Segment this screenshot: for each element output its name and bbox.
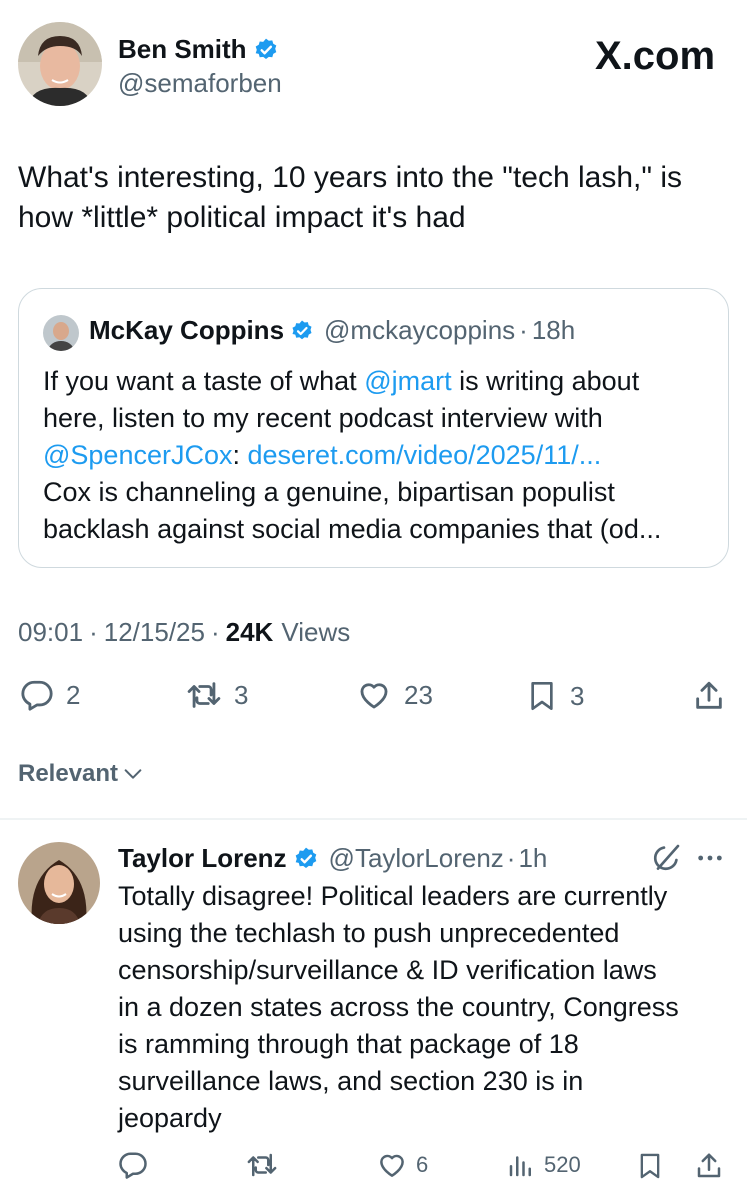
analytics-icon: [509, 1156, 531, 1177]
repost-button[interactable]: 3: [186, 678, 248, 712]
views-count: 24K: [225, 617, 274, 647]
quoted-text-line: is writing about: [451, 366, 640, 396]
reply-icon: [119, 1152, 147, 1179]
reply-text-line: censorship/surveillance & ID verificatio…: [118, 955, 657, 985]
bookmark-count: 3: [570, 680, 585, 711]
reply-text-line: using the techlash to push unprecedented: [118, 918, 620, 948]
post-time[interactable]: 09:01: [18, 617, 83, 648]
chevron-down-icon: [124, 769, 142, 779]
reply-bookmark-button[interactable]: [636, 1150, 664, 1182]
colon-text: :: [232, 440, 248, 470]
reply-button[interactable]: 2: [20, 678, 80, 712]
reply-like-button[interactable]: 6: [376, 1150, 428, 1180]
bookmark-icon: [531, 682, 553, 710]
separator-dot: ·: [210, 617, 220, 647]
verified-badge-icon: [295, 847, 316, 868]
reply-author-avatar[interactable]: [18, 842, 100, 924]
reply-views-button[interactable]: 520: [506, 1150, 581, 1180]
reply-icon: [21, 680, 53, 711]
quoted-text-line: backlash against social media companies …: [43, 514, 662, 544]
quoted-author-handle[interactable]: @mckaycoppins: [324, 315, 515, 346]
views-label: Views: [281, 617, 351, 647]
reply-reply-button[interactable]: [118, 1150, 148, 1180]
heart-icon: [380, 1154, 404, 1177]
post-date[interactable]: 12/15/25: [104, 617, 205, 648]
reply-count: 2: [66, 679, 81, 710]
separator-dot: ·: [519, 315, 528, 345]
reply-timestamp: 1h: [518, 843, 548, 873]
more-options-icon[interactable]: [694, 842, 726, 874]
brand-logo: X.com: [595, 34, 716, 78]
quoted-text: If you want a taste of what @jmart is wr…: [43, 363, 713, 548]
quoted-text-line: Cox is channeling a genuine, bipartisan …: [43, 477, 615, 507]
mention-link[interactable]: @jmart: [364, 366, 451, 396]
verified-badge-icon: [292, 320, 312, 339]
repost-icon: [187, 682, 221, 708]
sort-label: Relevant: [18, 760, 119, 787]
share-icon: [697, 1153, 721, 1178]
reply-repost-button[interactable]: [246, 1150, 278, 1180]
repost-count: 3: [234, 679, 249, 710]
post-text: What's interesting, 10 years into the "t…: [18, 161, 683, 234]
share-button[interactable]: [692, 678, 726, 714]
quoted-author-name[interactable]: McKay Coppins: [89, 315, 284, 346]
separator-dot: ·: [506, 843, 516, 873]
reply-text-line: is ramming through that package of 18: [118, 1029, 579, 1059]
reply-text-line: surveillance laws, and section 230 is in: [118, 1066, 584, 1096]
reply-author-name[interactable]: Taylor Lorenz: [118, 843, 287, 874]
heart-icon: [360, 683, 388, 709]
mention-link[interactable]: @SpencerJCox: [43, 440, 233, 470]
reply-author-handle[interactable]: @TaylorLorenz: [329, 843, 504, 874]
reply-text: Totally disagree! Political leaders are …: [118, 878, 738, 1137]
share-icon: [696, 681, 722, 709]
quoted-header: McKay Coppins @mckaycoppins · 18h: [89, 315, 575, 346]
reply-like-count: 6: [416, 1152, 429, 1177]
reply-text-line: in a dozen states across the country, Co…: [118, 992, 679, 1022]
author-name-row: Ben Smith: [118, 34, 279, 65]
post-meta: 09:01 · 12/15/25 · 24K Views: [18, 617, 350, 648]
author-avatar[interactable]: [18, 22, 102, 106]
verified-badge-icon: [255, 38, 276, 59]
bookmark-button[interactable]: 3: [526, 678, 584, 714]
reply-views-count: 520: [544, 1152, 581, 1177]
quoted-post-card[interactable]: McKay Coppins @mckaycoppins · 18h If you…: [18, 288, 729, 568]
quoted-text-line: If you want a taste of what: [43, 366, 365, 396]
author-handle[interactable]: @semaforben: [118, 68, 282, 99]
reply-text-line: Totally disagree! Political leaders are …: [118, 881, 668, 911]
separator-dot: ·: [89, 617, 98, 647]
grok-icon[interactable]: [650, 842, 682, 874]
repost-icon: [247, 1153, 277, 1177]
sort-dropdown[interactable]: Relevant: [18, 760, 144, 788]
reply-text-line: jeopardy: [118, 1103, 222, 1133]
divider: [0, 818, 747, 820]
like-count: 23: [404, 679, 433, 710]
url-link[interactable]: deseret.com/video/2025/11/...: [248, 440, 602, 470]
reply-header: Taylor Lorenz @TaylorLorenz · 1h: [118, 843, 547, 874]
reply-share-button[interactable]: [694, 1150, 724, 1182]
quoted-author-avatar: [43, 315, 79, 351]
like-button[interactable]: 23: [356, 678, 433, 712]
bookmark-icon: [640, 1153, 660, 1179]
quoted-text-line: here, listen to my recent podcast interv…: [43, 403, 603, 433]
quoted-timestamp: 18h: [531, 315, 576, 345]
author-name[interactable]: Ben Smith: [118, 34, 247, 65]
